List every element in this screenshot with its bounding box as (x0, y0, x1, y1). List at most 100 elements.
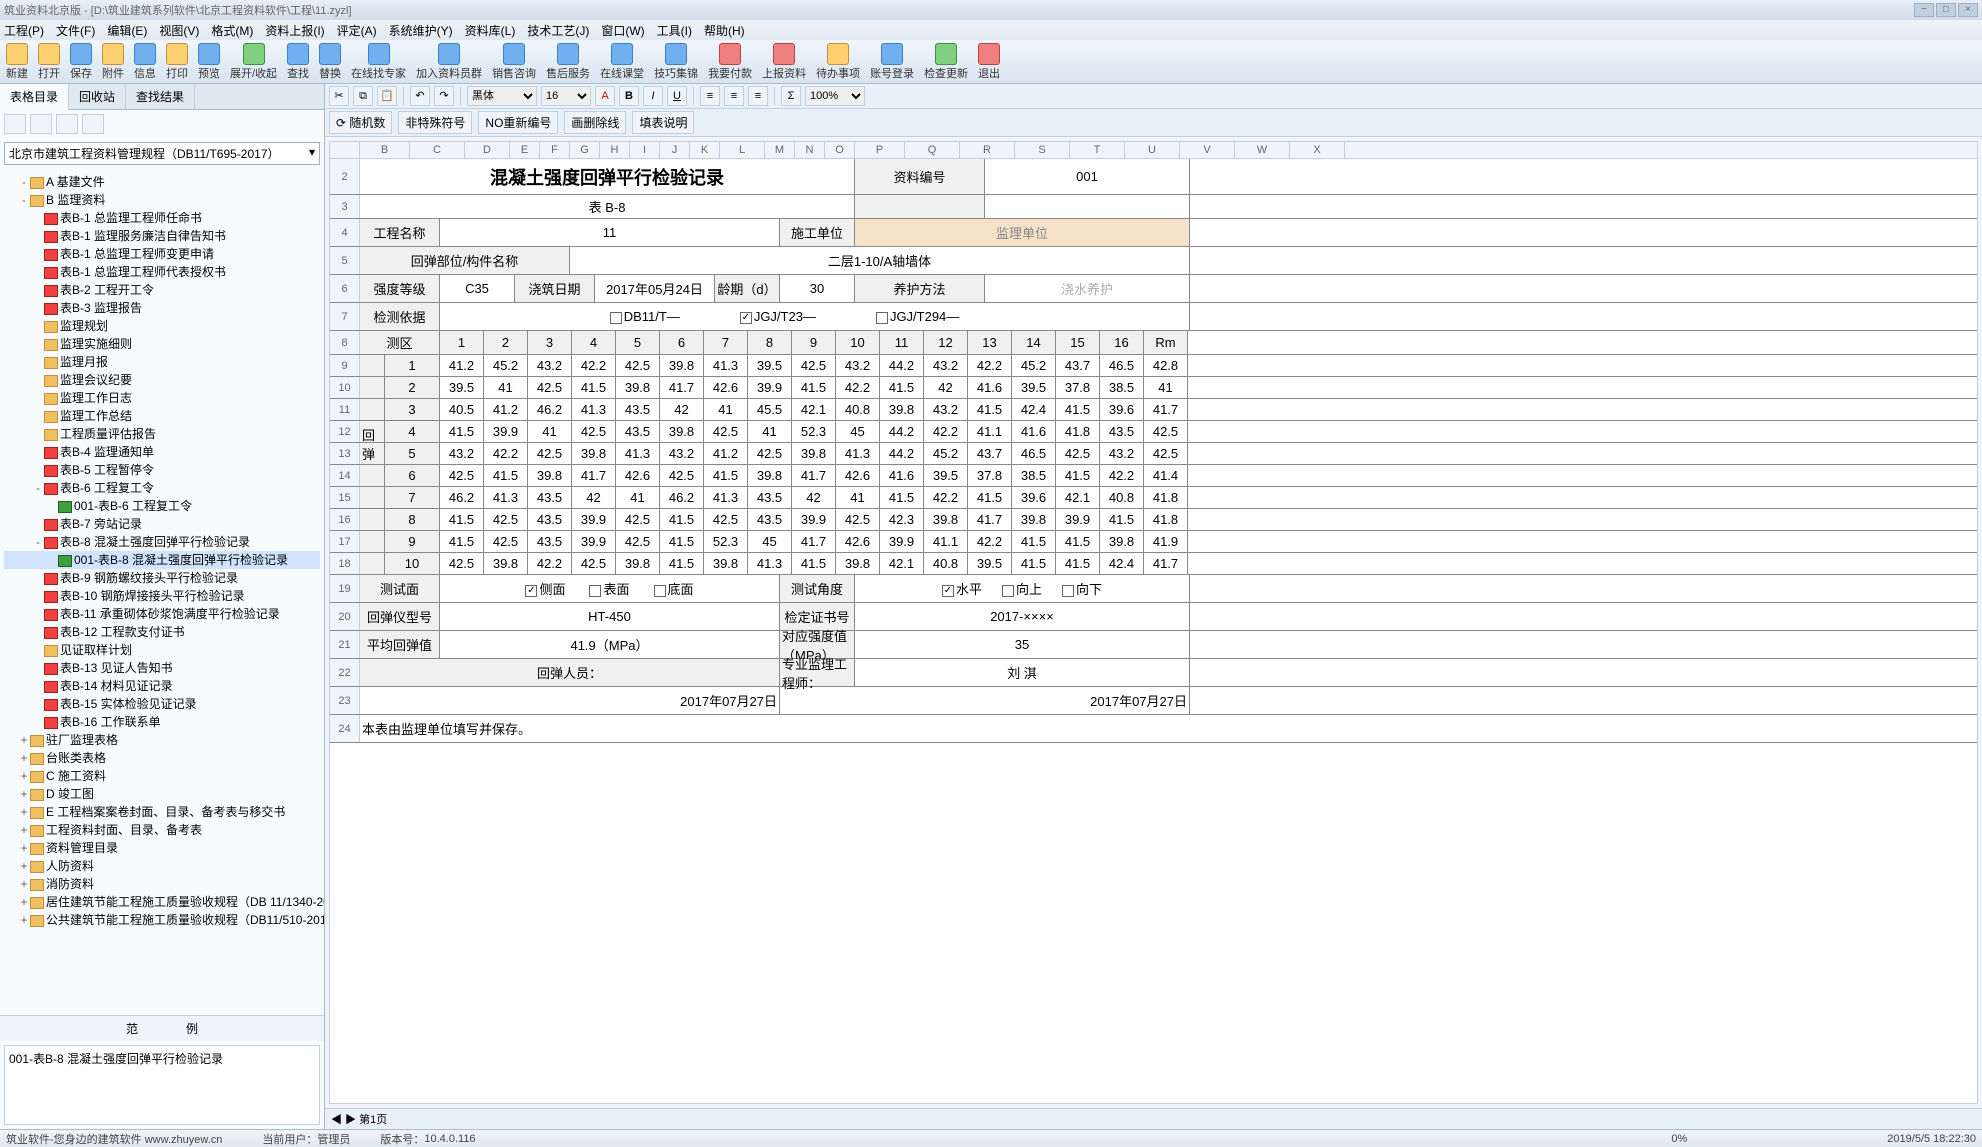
menu-item[interactable]: 评定(A) (337, 22, 377, 39)
toolbar-销售咨询[interactable]: 销售咨询 (492, 43, 536, 81)
align-right-button[interactable]: ≡ (748, 86, 768, 106)
menu-item[interactable]: 格式(M) (211, 22, 253, 39)
tree-node[interactable]: 表B-9 钢筋螺纹接头平行检验记录 (4, 569, 320, 587)
tree-node[interactable]: 001-表B-6 工程复工令 (4, 497, 320, 515)
sidebar-tab[interactable]: 回收站 (69, 84, 126, 109)
tree-node[interactable]: 监理工作总结 (4, 407, 320, 425)
tree-action-1[interactable] (4, 114, 26, 134)
tree-node[interactable]: +驻厂监理表格 (4, 731, 320, 749)
tree-node[interactable]: -B 监理资料 (4, 191, 320, 209)
tree-node[interactable]: 见证取样计划 (4, 641, 320, 659)
close-button[interactable]: × (1958, 3, 1978, 17)
toolbar-打印[interactable]: 打印 (166, 43, 188, 81)
tree-node[interactable]: 表B-13 见证人告知书 (4, 659, 320, 677)
toolbar-在线课堂[interactable]: 在线课堂 (600, 43, 644, 81)
tree-node[interactable]: 表B-1 监理服务廉洁自律告知书 (4, 227, 320, 245)
tree-node[interactable]: 001-表B-8 混凝土强度回弹平行检验记录 (4, 551, 320, 569)
toolbar-保存[interactable]: 保存 (70, 43, 92, 81)
tree-node[interactable]: 表B-4 监理通知单 (4, 443, 320, 461)
toolbar-加入资料员群[interactable]: 加入资料员群 (416, 43, 482, 81)
copy-button[interactable]: ⧉ (353, 86, 373, 106)
minimize-button[interactable]: − (1914, 3, 1934, 17)
menu-item[interactable]: 编辑(E) (107, 22, 147, 39)
menu-item[interactable]: 技术工艺(J) (527, 22, 589, 39)
tree-node[interactable]: 表B-3 监理报告 (4, 299, 320, 317)
tree-node[interactable]: 表B-15 实体检验见证记录 (4, 695, 320, 713)
helper-button[interactable]: 非特殊符号 (398, 111, 472, 134)
toolbar-待办事项[interactable]: 待办事项 (816, 43, 860, 81)
tree-node[interactable]: +工程资料封面、目录、备考表 (4, 821, 320, 839)
size-select[interactable]: 16 (541, 86, 591, 106)
sidebar-tab[interactable]: 表格目录 (0, 84, 69, 110)
toolbar-查找[interactable]: 查找 (287, 43, 309, 81)
menu-item[interactable]: 文件(F) (56, 22, 95, 39)
font-color-button[interactable]: A (595, 86, 615, 106)
toolbar-售后服务[interactable]: 售后服务 (546, 43, 590, 81)
example-item[interactable]: 001-表B-8 混凝土强度回弹平行检验记录 (9, 1050, 315, 1067)
tree-node[interactable]: 表B-2 工程开工令 (4, 281, 320, 299)
tree-node[interactable]: 表B-14 材料见证记录 (4, 677, 320, 695)
align-center-button[interactable]: ≡ (724, 86, 744, 106)
toolbar-附件[interactable]: 附件 (102, 43, 124, 81)
cut-button[interactable]: ✂ (329, 86, 349, 106)
tree-node[interactable]: 表B-5 工程暂停令 (4, 461, 320, 479)
menu-item[interactable]: 资料库(L) (465, 22, 516, 39)
toolbar-我要付款[interactable]: 我要付款 (708, 43, 752, 81)
tree-node[interactable]: 表B-1 总监理工程师任命书 (4, 209, 320, 227)
tree-node[interactable]: +D 竣工图 (4, 785, 320, 803)
random-button[interactable]: ⟳ 随机数 (329, 111, 392, 134)
standard-combo[interactable]: 北京市建筑工程资料管理规程（DB11/T695-2017）▾ (4, 142, 320, 165)
menu-item[interactable]: 帮助(H) (704, 22, 745, 39)
tree-node[interactable]: +E 工程档案案卷封面、目录、备考表与移交书 (4, 803, 320, 821)
align-left-button[interactable]: ≡ (700, 86, 720, 106)
bold-button[interactable]: B (619, 86, 639, 106)
menu-item[interactable]: 资料上报(I) (265, 22, 324, 39)
tree-node[interactable]: +台账类表格 (4, 749, 320, 767)
toolbar-技巧集锦[interactable]: 技巧集锦 (654, 43, 698, 81)
toolbar-预览[interactable]: 预览 (198, 43, 220, 81)
tree-action-2[interactable] (30, 114, 52, 134)
tree-node[interactable]: +资料管理目录 (4, 839, 320, 857)
tree-node[interactable]: 监理月报 (4, 353, 320, 371)
tree-node[interactable]: 监理工作日志 (4, 389, 320, 407)
tree-node[interactable]: 表B-1 总监理工程师代表授权书 (4, 263, 320, 281)
helper-button[interactable]: 填表说明 (632, 111, 694, 134)
toolbar-展开/收起[interactable]: 展开/收起 (230, 43, 277, 81)
font-select[interactable]: 黑体 (467, 86, 537, 106)
toolbar-上报资料[interactable]: 上报资料 (762, 43, 806, 81)
tree-node[interactable]: +人防资料 (4, 857, 320, 875)
tree-node[interactable]: 表B-10 钢筋焊接接头平行检验记录 (4, 587, 320, 605)
tree-node[interactable]: 表B-16 工作联系单 (4, 713, 320, 731)
toolbar-新建[interactable]: 新建 (6, 43, 28, 81)
menu-item[interactable]: 工具(I) (657, 22, 692, 39)
sidebar-tab[interactable]: 查找结果 (126, 84, 195, 109)
menu-item[interactable]: 窗口(W) (601, 22, 644, 39)
toolbar-退出[interactable]: 退出 (978, 43, 1000, 81)
menu-item[interactable]: 视图(V) (159, 22, 199, 39)
tree-node[interactable]: 监理实施细则 (4, 335, 320, 353)
toolbar-检查更新[interactable]: 检查更新 (924, 43, 968, 81)
tree-node[interactable]: 表B-12 工程款支付证书 (4, 623, 320, 641)
tree-node[interactable]: 表B-1 总监理工程师变更申请 (4, 245, 320, 263)
helper-button[interactable]: NO重新编号 (478, 111, 558, 134)
toolbar-信息[interactable]: 信息 (134, 43, 156, 81)
maximize-button[interactable]: □ (1936, 3, 1956, 17)
tree-node[interactable]: -A 基建文件 (4, 173, 320, 191)
underline-button[interactable]: U (667, 86, 687, 106)
zoom-select[interactable]: 100% (805, 86, 865, 106)
tree-node[interactable]: 监理会议纪要 (4, 371, 320, 389)
tree-node[interactable]: +消防资料 (4, 875, 320, 893)
tree-action-3[interactable] (56, 114, 78, 134)
spreadsheet[interactable]: BCDEFGHIJKLMNOPQRSTUVWX 2混凝土强度回弹平行检验记录资料… (329, 141, 1978, 1104)
redo-button[interactable]: ↷ (434, 86, 454, 106)
toolbar-打开[interactable]: 打开 (38, 43, 60, 81)
tree-node[interactable]: 监理规划 (4, 317, 320, 335)
toolbar-账号登录[interactable]: 账号登录 (870, 43, 914, 81)
tree-node[interactable]: 工程质量评估报告 (4, 425, 320, 443)
tree-node[interactable]: 表B-7 旁站记录 (4, 515, 320, 533)
tree-action-4[interactable] (82, 114, 104, 134)
menu-item[interactable]: 工程(P) (4, 22, 44, 39)
toolbar-替换[interactable]: 替换 (319, 43, 341, 81)
tree-node[interactable]: +C 施工资料 (4, 767, 320, 785)
sum-button[interactable]: Σ (781, 86, 801, 106)
